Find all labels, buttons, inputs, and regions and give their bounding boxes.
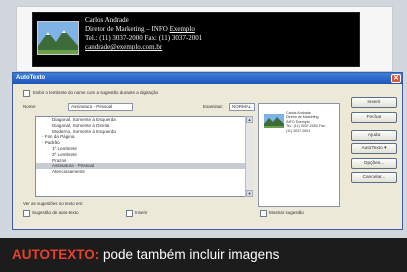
show-suggestion-checkbox[interactable]	[23, 90, 30, 97]
close-dialog-button[interactable]: Fechar	[351, 112, 397, 123]
close-button[interactable]: ✕	[391, 74, 401, 83]
caption-keyword: AUTOTEXTO:	[12, 247, 100, 262]
signature-text: Carlos Andrade Diretor de Marketing – IN…	[85, 16, 202, 52]
preview-pane: Carlos Andrade Diretor de Marketing INFO…	[258, 103, 340, 207]
options-button[interactable]: Opções...	[351, 158, 397, 169]
filter-label: Examinar:	[203, 104, 224, 109]
autotext-button[interactable]: AutoTexto ▾	[351, 143, 397, 154]
preview-landscape-image	[264, 114, 284, 128]
list-item[interactable]: Atenciosamente	[36, 169, 252, 175]
preview-text: Carlos Andrade Diretor de Marketing INFO…	[286, 111, 326, 133]
autotext-dialog: AutoTexto ✕ Exibir o lembrete do nome co…	[12, 72, 403, 230]
show-suggestion-bottom-checkbox[interactable]	[260, 210, 267, 217]
dialog-title: AutoTexto	[16, 75, 46, 81]
list-scrollbar[interactable]: ▲ ▼	[245, 116, 253, 197]
caption-body: pode também incluir imagens	[99, 247, 280, 262]
signature-phone: Tel.: (11) 3037-2000 Fax: (11) 3037-2001	[85, 34, 203, 42]
signature-name: Carlos Andrade	[85, 16, 129, 24]
name-label: Nome:	[23, 104, 37, 109]
show-suggestion-bottom-label: Mostrar sugestão	[269, 210, 304, 215]
caption-text: AUTOTEXTO: pode também incluir imagens	[12, 246, 279, 264]
signature-block: Carlos Andrade Diretor de Marketing – IN…	[32, 12, 360, 67]
scroll-up-icon[interactable]: ▲	[246, 116, 253, 123]
help-button[interactable]: Ajuda	[351, 130, 397, 141]
autotext-list[interactable]: Diagonal, Somente à Esquerda Diagonal, S…	[35, 116, 253, 197]
insert-button[interactable]: Inserir	[351, 97, 397, 108]
caption-banner: AUTOTEXTO: pode também incluir imagens	[0, 238, 407, 272]
filter-input[interactable]: NORMAL	[229, 103, 255, 111]
signature-link[interactable]: Exemplo	[170, 25, 195, 33]
insert-checkbox[interactable]	[126, 210, 133, 217]
suggestion-checkbox[interactable]	[23, 210, 30, 217]
suggestion-label: Sugestão de auto-texto	[32, 210, 79, 215]
bottom-options-label: Ver as sugestões no texto em:	[23, 201, 84, 206]
signature-role: Diretor de Marketing – INFO Exemplo	[85, 25, 195, 33]
dialog-titlebar[interactable]: AutoTexto ✕	[13, 73, 402, 84]
cancel-button[interactable]: Cancelar...	[351, 172, 397, 183]
name-input[interactable]: Assinatura - Pessoal	[68, 103, 133, 111]
show-suggestion-label: Exibir o lembrete do nome com a sugestão…	[33, 90, 159, 95]
signature-email[interactable]: candrade@exemplo.com.br	[85, 43, 202, 52]
landscape-image	[37, 21, 79, 55]
insert-label: Inserir	[135, 210, 148, 215]
scroll-down-icon[interactable]: ▼	[246, 190, 253, 197]
